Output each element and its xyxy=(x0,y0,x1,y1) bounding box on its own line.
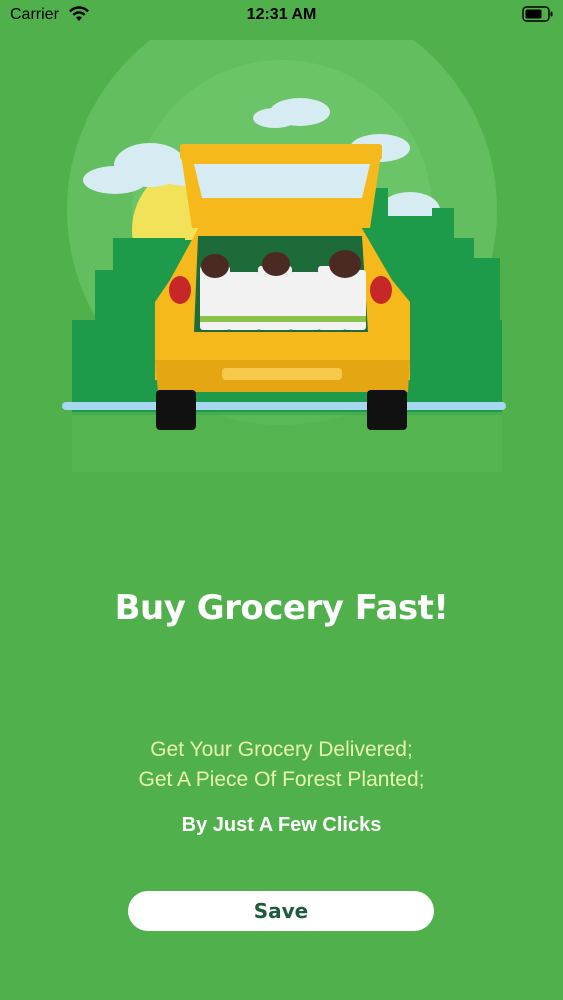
grocery-car-illustration xyxy=(62,40,506,472)
car xyxy=(155,144,410,430)
onboarding-subline: By Just A Few Clicks xyxy=(181,814,382,836)
road-line xyxy=(62,402,506,410)
save-button[interactable]: Save xyxy=(128,891,434,931)
status-bar: Carrier 12:31 AM xyxy=(0,0,563,30)
battery-icon xyxy=(522,6,553,22)
tagline-line-1: Get Your Grocery Delivered; xyxy=(150,738,413,761)
clock: 12:31 AM xyxy=(246,6,317,23)
tagline-line-2: Get A Piece Of Forest Planted; xyxy=(138,768,425,791)
onboarding-headline: Buy Grocery Fast! xyxy=(114,588,449,628)
